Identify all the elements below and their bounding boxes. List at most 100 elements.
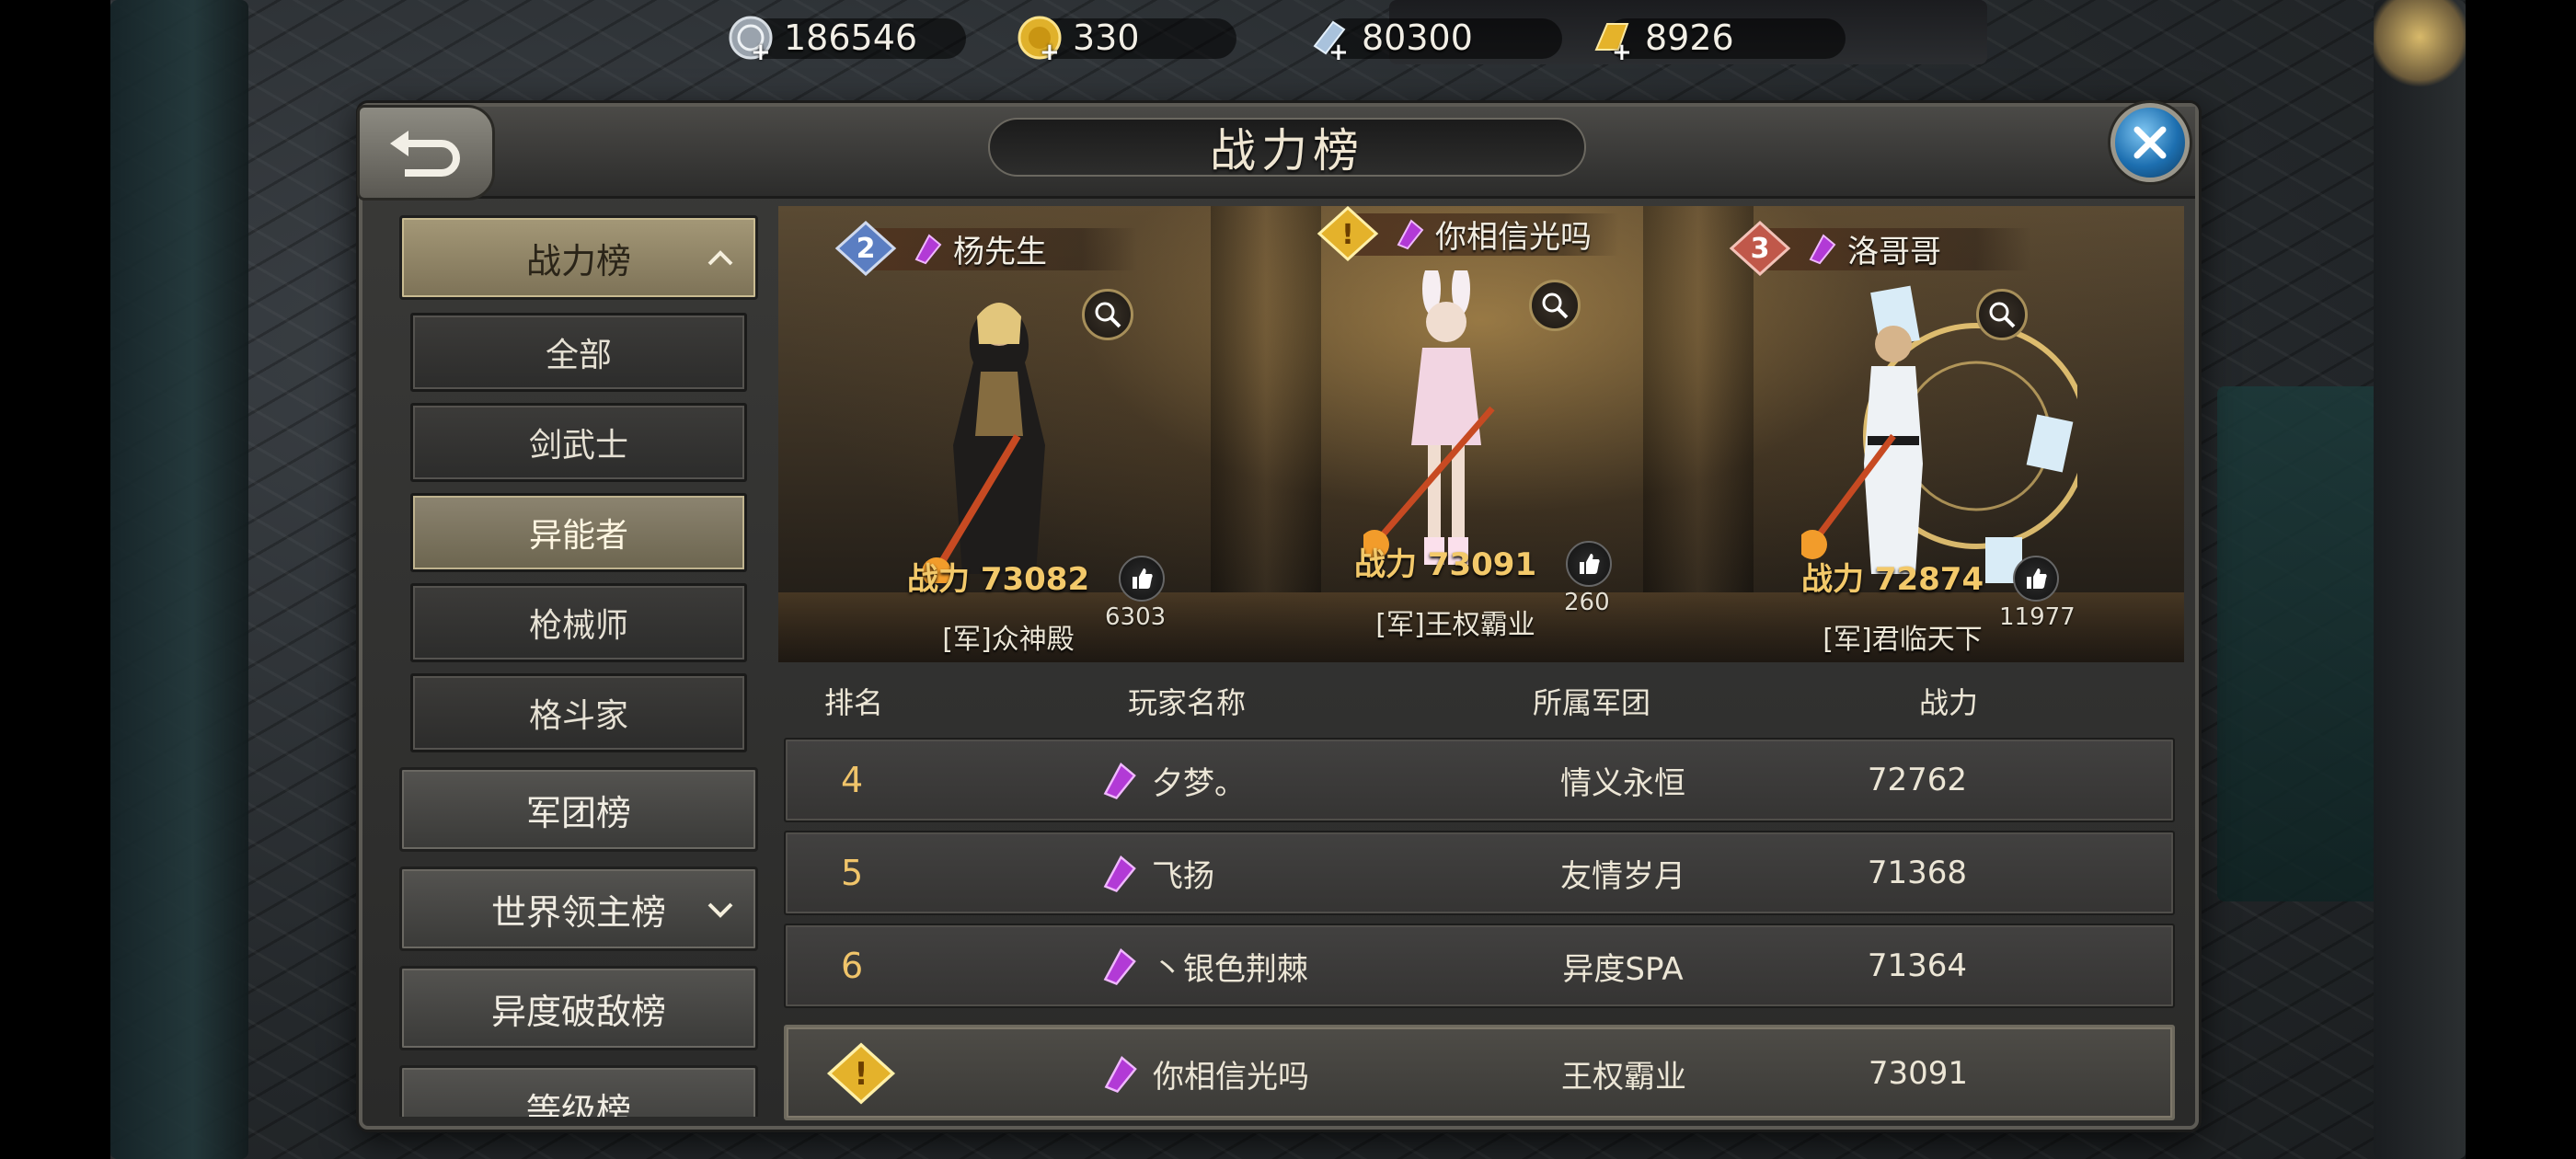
leaderboard-panel: 战力榜 战力榜 全部 剑武士 异能者 枪械师 格斗家 军团榜 世界领主榜 异度破… [357,103,2199,1130]
add-goldbar-icon[interactable]: + [1612,39,1632,66]
row-rank: 4 [841,760,864,800]
my-ranking-row[interactable]: ! 你相信光吗 王权霸业 73091 [784,1025,2175,1120]
back-button[interactable] [357,105,495,201]
row-guild: 王权霸业 [1561,1058,1686,1096]
ranking-row[interactable]: 4 夕梦。 情义永恒 72762 [784,738,2175,822]
header-power: 战力 [1919,685,1979,720]
inspect-button[interactable] [1529,280,1581,331]
close-icon [2133,126,2167,159]
thumbs-up-icon [1133,568,1153,589]
svg-text:!: ! [1341,219,1354,251]
player-name: 你相信光吗 [1435,218,1592,256]
magnifier-icon [1542,293,1569,319]
category-level-ranking[interactable]: 等级榜 [399,1065,758,1117]
player-name: 杨先生 [953,233,1047,270]
top-player-rank-2[interactable]: 2 杨先生 战力 73082 6303 [军]众神殿 [778,206,1238,662]
add-gold-icon[interactable]: + [1040,39,1060,66]
purple-gem-icon [1809,234,1836,265]
like-button[interactable] [2013,556,2059,602]
player-header: 3 洛哥哥 [1728,221,2031,276]
my-rank-medal: ! [825,1027,897,1119]
ranking-table-header: 排名 玩家名称 所属军团 战力 [778,664,2184,738]
back-arrow-icon [390,131,460,177]
category-breaker-ranking[interactable]: 异度破敌榜 [399,966,758,1050]
like-button[interactable] [1119,556,1165,602]
gold-amount: 330 [1073,17,1140,58]
sub-tab-gunner[interactable]: 枪械师 [410,583,747,662]
close-button[interactable] [2110,103,2190,182]
purple-gem-icon [1103,947,1136,986]
letterbox-left [0,0,110,1159]
row-player: 你相信光吗 [1099,1027,1309,1119]
resource-silver[interactable]: + 186546 [727,7,966,68]
add-silver-icon[interactable]: + [751,39,771,66]
panel-title: 战力榜 [988,118,1586,178]
purple-gem-icon [1397,219,1424,250]
like-button[interactable] [1566,541,1612,587]
top-three-podium: 2 杨先生 战力 73082 6303 [军]众神殿 ! 你相信光吗 战力 73… [778,206,2184,662]
resource-crystal[interactable]: + 80300 [1305,7,1562,68]
row-power: 73091 [1868,1055,1969,1092]
pet-avatar[interactable] [2374,0,2466,92]
row-player: 飞扬 [1098,832,1214,913]
rank-2-medal-icon: 2 [834,221,897,276]
silver-amount: 186546 [784,17,918,58]
header-rank: 排名 [824,685,884,720]
category-label: 世界领主榜 [490,891,666,933]
purple-gem-icon [1104,1055,1137,1094]
sub-tab-swordsman[interactable]: 剑武士 [410,403,747,482]
rank-1-medal-icon: ! [826,1042,896,1105]
purple-gem-icon [914,234,942,265]
ranking-row[interactable]: 6 丶银色荆棘 异度SPA 71364 [784,924,2175,1008]
chevron-down-icon [707,902,733,918]
category-power-ranking[interactable]: 战力榜 [399,215,758,300]
top-player-rank-3[interactable]: 3 洛哥哥 战力 72874 11977 [军]君临天下 [1673,206,2133,662]
chevron-up-icon [707,250,733,266]
ranking-row[interactable]: 5 飞扬 友情岁月 71368 [784,831,2175,915]
title-bar: 战力榜 [362,107,2195,199]
resource-goldbar[interactable]: + 8926 [1588,7,1846,68]
resource-gold[interactable]: + 330 [1016,7,1236,68]
row-player: 丶银色荆棘 [1098,925,1308,1006]
power-value: 战力 72874 [1801,561,1984,598]
category-legion-ranking[interactable]: 军团榜 [399,767,758,852]
player-header: ! 你相信光吗 [1316,206,1619,261]
category-world-lord-ranking[interactable]: 世界领主榜 [399,866,758,951]
row-player-name: 飞扬 [1152,857,1214,895]
thumbs-up-icon [1580,554,1600,574]
sub-tab-psychic[interactable]: 异能者 [410,493,747,572]
purple-gem-icon [1103,762,1136,800]
row-power: 72762 [1867,762,1968,798]
inspect-button[interactable] [1082,289,1133,340]
letterbox-right [2466,0,2576,1159]
top-player-rank-1[interactable]: ! 你相信光吗 战力 73091 260 [军]王权霸业 [1225,206,1685,662]
row-guild: 异度SPA [1562,950,1684,988]
character-swordsman-figure [922,303,1045,583]
player-guild: [军]君临天下 [1823,624,1983,656]
header-guild: 所属军团 [1533,685,1651,720]
thumbs-up-icon [2027,568,2047,589]
sub-tab-fighter[interactable]: 格斗家 [410,673,747,752]
purple-gem-icon [1103,855,1136,893]
wall-right [2374,0,2466,1159]
inspect-button[interactable] [1976,289,2028,340]
add-crystal-icon[interactable]: + [1328,39,1349,66]
category-sidebar: 战力榜 全部 剑武士 异能者 枪械师 格斗家 军团榜 世界领主榜 异度破敌榜 等… [399,215,758,1117]
player-guild: [军]众神殿 [942,624,1075,656]
sub-tab-all[interactable]: 全部 [410,313,747,392]
crystal-amount: 80300 [1362,17,1473,58]
row-rank: 6 [841,946,864,986]
building-left [110,0,248,1159]
svg-text:!: ! [854,1056,868,1092]
row-power: 71368 [1867,855,1968,891]
power-value: 战力 73082 [907,561,1090,598]
rank-3-medal-icon: 3 [1729,221,1791,276]
magnifier-icon [1989,302,2016,328]
svg-text:3: 3 [1751,233,1770,265]
header-player-name: 玩家名称 [1128,685,1247,720]
player-name: 洛哥哥 [1847,233,1941,270]
row-player: 夕梦。 [1098,740,1246,820]
player-guild: [军]王权霸业 [1375,609,1535,641]
row-player-name: 夕梦。 [1152,764,1246,802]
row-rank: 5 [841,853,864,893]
